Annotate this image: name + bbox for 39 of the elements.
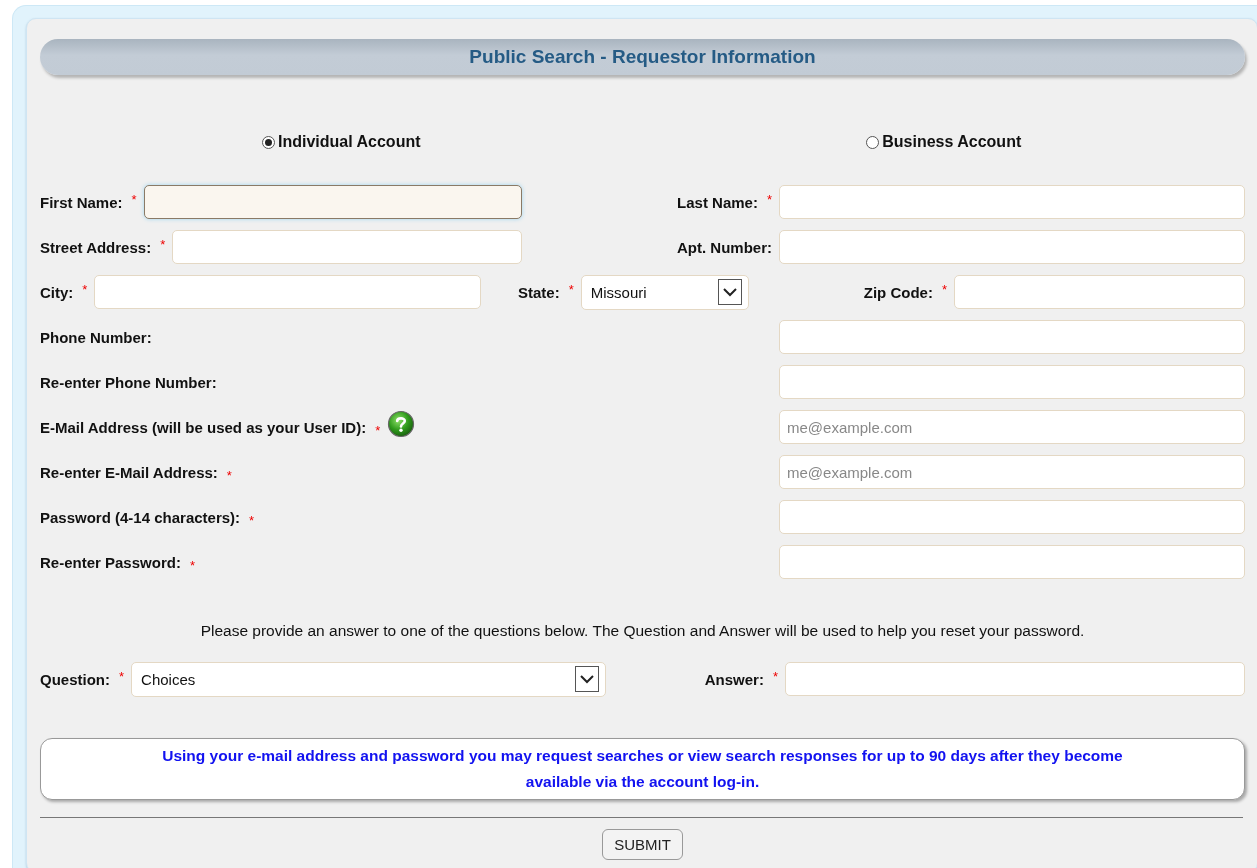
account-type-radio[interactable]: Business Account — [866, 130, 1022, 154]
field-label: First Name: — [40, 193, 123, 211]
account-type-radio[interactable]: Individual Account — [262, 130, 421, 154]
required-mark: * — [82, 281, 88, 297]
field-label: Password (4-14 characters): — [40, 508, 241, 526]
field-label: State: — [518, 283, 560, 301]
radio-indicator[interactable] — [262, 135, 275, 149]
help-icon[interactable] — [387, 410, 416, 438]
required-mark: * — [772, 668, 778, 684]
required-mark: * — [766, 191, 772, 207]
required-mark: * — [249, 512, 255, 528]
required-mark: * — [226, 467, 232, 483]
radio-indicator[interactable] — [866, 135, 880, 149]
field-label: Last Name: — [677, 193, 758, 211]
state-select[interactable]: Missouri — [580, 274, 749, 310]
field-label: Zip Code: — [863, 283, 933, 301]
field-label: Re-enter Phone Number: — [40, 373, 217, 391]
field-label: Answer: — [704, 670, 764, 688]
field-label: Re-enter E-Mail Address: — [40, 463, 218, 481]
text-field[interactable] — [143, 185, 522, 219]
required-mark: * — [160, 236, 166, 252]
required-mark: * — [119, 667, 125, 684]
required-mark: * — [941, 281, 947, 297]
required-mark: * — [568, 280, 574, 297]
field-label: Phone Number: — [40, 328, 152, 346]
field-label: Apt. Number: — [677, 238, 772, 256]
field-label: E-Mail Address (will be used as your User ID): — [40, 418, 367, 436]
submit-button[interactable]: SUBMIT — [602, 829, 683, 860]
field-label: Re-enter Password: — [40, 553, 181, 571]
form-title: Public Search - Requestor Information — [469, 46, 816, 68]
info-message: Using your e-mail address and password you may request searches or view search responses for up to 90 days after they become available via the account log-in. — [40, 738, 1245, 800]
field-label: City: — [40, 283, 74, 301]
instruction-text: Please provide an answer to one of the questions below. The Question and Answer will be used to help you reset your password. — [199, 622, 1086, 640]
required-mark: * — [189, 557, 195, 573]
required-mark: * — [375, 422, 381, 438]
field-label: Street Address: — [40, 238, 152, 256]
field-label: Question: — [40, 670, 110, 688]
required-mark: * — [131, 191, 137, 207]
question-select[interactable]: Choices — [131, 661, 607, 697]
